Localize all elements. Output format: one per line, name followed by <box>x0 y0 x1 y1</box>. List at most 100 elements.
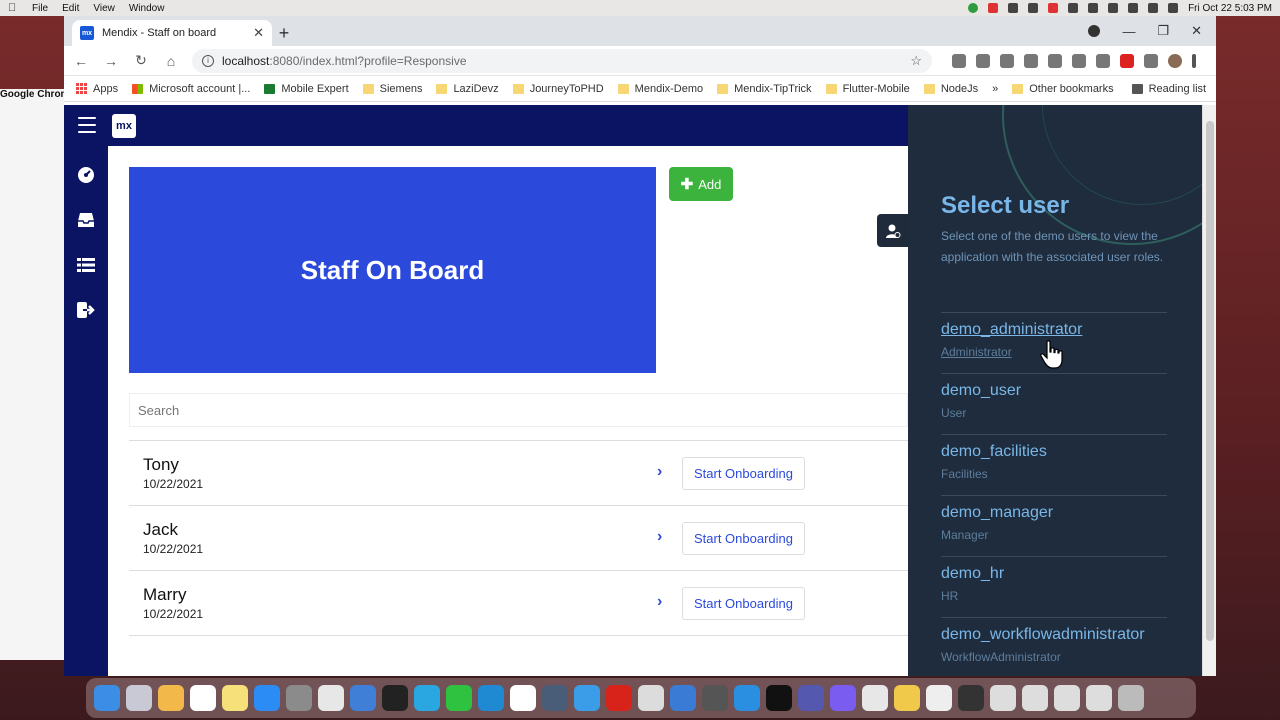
start-onboarding-button[interactable]: Start Onboarding <box>682 587 805 620</box>
reading-list[interactable]: Reading list <box>1131 83 1206 95</box>
skype-icon[interactable] <box>414 685 440 711</box>
trash-icon[interactable] <box>1118 685 1144 711</box>
menubar-view[interactable]: View <box>93 3 115 14</box>
chevron-right-icon[interactable]: › <box>657 593 662 611</box>
extension-icon[interactable] <box>1024 53 1038 68</box>
demo-user-name[interactable]: demo_manager <box>941 504 1167 522</box>
app-icon[interactable] <box>958 685 984 711</box>
bluetooth-icon[interactable] <box>1068 3 1079 13</box>
system-preferences-icon[interactable] <box>286 685 312 711</box>
demo-user-item[interactable]: demo_facilities Facilities <box>941 434 1167 495</box>
demo-user-name[interactable]: demo_administrator <box>941 321 1167 339</box>
reload-icon[interactable]: ↻ <box>132 52 150 69</box>
apple-icon[interactable]:  <box>8 2 20 14</box>
close-tab-icon[interactable]: ✕ <box>253 25 264 41</box>
new-tab-button[interactable]: + <box>272 20 296 46</box>
eyedropper-extension-icon[interactable] <box>1000 53 1014 68</box>
demo-user-item[interactable]: demo_manager Manager <box>941 495 1167 556</box>
extension-icon[interactable] <box>1072 53 1086 68</box>
terminal-icon[interactable] <box>382 685 408 711</box>
close-window-icon[interactable]: ✕ <box>1191 23 1202 39</box>
home-icon[interactable]: ⌂ <box>162 53 180 69</box>
demo-user-item[interactable]: demo_workflowadministrator WorkflowAdmin… <box>941 617 1167 676</box>
finder-icon[interactable] <box>94 685 120 711</box>
line-icon[interactable] <box>446 685 472 711</box>
photos-icon[interactable] <box>158 685 184 711</box>
document-icon[interactable] <box>926 685 952 711</box>
list-item[interactable]: Tony 10/22/2021 › Start Onboarding <box>129 441 908 506</box>
forward-icon[interactable]: → <box>102 53 120 69</box>
mendix-logo[interactable]: mx <box>112 114 136 138</box>
siri-icon[interactable] <box>1168 3 1179 13</box>
bookmark-mendix-tiptrick[interactable]: Mendix-TipTrick <box>717 83 812 95</box>
add-button[interactable]: ✚ Add <box>669 167 733 201</box>
puzzle-extensions-icon[interactable] <box>1144 53 1158 68</box>
back-icon[interactable]: ← <box>72 53 90 69</box>
bookmark-mendix-demo[interactable]: Mendix-Demo <box>617 83 703 95</box>
search-field[interactable] <box>129 393 908 427</box>
browser-tab[interactable]: mx Mendix - Staff on board ✕ <box>72 20 272 46</box>
list-item[interactable]: Marry 10/22/2021 › Start Onboarding <box>129 571 908 636</box>
user-switcher-icon[interactable] <box>877 214 908 247</box>
list-icon[interactable] <box>77 256 95 274</box>
scrollbar-thumb[interactable] <box>1206 121 1214 641</box>
logout-icon[interactable] <box>77 301 95 319</box>
acrobat-icon[interactable] <box>606 685 632 711</box>
demo-user-name[interactable]: demo_facilities <box>941 443 1167 461</box>
bookmarks-overflow[interactable]: » <box>992 83 998 95</box>
control-center-icon[interactable] <box>1148 3 1159 13</box>
bookmark-journeytophd[interactable]: JourneyToPHD <box>512 83 604 95</box>
notes-icon[interactable] <box>222 685 248 711</box>
minimize-icon[interactable]: — <box>1122 24 1135 39</box>
site-info-icon[interactable]: i <box>202 54 214 67</box>
bookmark-microsoft[interactable]: Microsoft account |... <box>132 83 250 95</box>
document-icon[interactable] <box>1022 685 1048 711</box>
calendar-icon[interactable] <box>190 685 216 711</box>
menubar-edit[interactable]: Edit <box>62 3 79 14</box>
extension-icon[interactable] <box>1048 53 1062 68</box>
start-onboarding-button[interactable]: Start Onboarding <box>682 522 805 555</box>
tab-search-icon[interactable] <box>1088 25 1101 37</box>
calculator-icon[interactable] <box>702 685 728 711</box>
app-icon[interactable] <box>542 685 568 711</box>
list-item[interactable]: Jack 10/22/2021 › Start Onboarding <box>129 506 908 571</box>
bookmark-star-icon[interactable]: ☆ <box>910 53 922 69</box>
app-icon[interactable] <box>670 685 696 711</box>
line-tray-icon[interactable] <box>968 3 979 13</box>
tray-icon[interactable] <box>1028 3 1039 13</box>
bookmark-flutter-mobile[interactable]: Flutter-Mobile <box>825 83 910 95</box>
slack-icon[interactable] <box>510 685 536 711</box>
chevron-right-icon[interactable]: › <box>657 528 662 546</box>
demo-user-name[interactable]: demo_workflowadministrator <box>941 626 1167 644</box>
search-input[interactable] <box>138 402 899 418</box>
document-icon[interactable] <box>1086 685 1112 711</box>
pause-tray-icon[interactable] <box>988 3 999 13</box>
windows-icon[interactable] <box>734 685 760 711</box>
kebab-menu-icon[interactable] <box>1192 53 1196 68</box>
tray-icon[interactable] <box>1048 3 1059 13</box>
bookmark-mobile-expert[interactable]: Mobile Expert <box>264 83 349 95</box>
extension-icon[interactable] <box>976 53 990 68</box>
folder-icon[interactable] <box>894 685 920 711</box>
profile-avatar[interactable] <box>1168 53 1182 68</box>
menubar-file[interactable]: File <box>32 3 48 14</box>
app-store-icon[interactable] <box>254 685 280 711</box>
bookmark-apps[interactable]: Apps <box>76 83 118 95</box>
bookmark-siemens[interactable]: Siemens <box>362 83 422 95</box>
inbox-icon[interactable] <box>77 211 95 229</box>
restore-icon[interactable]: ❐ <box>1157 23 1169 39</box>
camera-extension-icon[interactable] <box>952 53 966 68</box>
chrome-icon[interactable] <box>318 685 344 711</box>
teams-icon[interactable] <box>798 685 824 711</box>
wifi-icon[interactable] <box>1108 3 1119 13</box>
demo-user-name[interactable]: demo_hr <box>941 565 1167 583</box>
tray-icon[interactable] <box>1008 3 1019 13</box>
spotlight-icon[interactable] <box>1128 3 1139 13</box>
demo-user-item[interactable]: demo_user User <box>941 373 1167 434</box>
document-icon[interactable] <box>1054 685 1080 711</box>
mendix-studio-icon[interactable] <box>766 685 792 711</box>
vscode-icon[interactable] <box>478 685 504 711</box>
dashboard-icon[interactable] <box>77 166 95 184</box>
bookmark-nodejs[interactable]: NodeJs <box>923 83 978 95</box>
other-bookmarks[interactable]: Other bookmarks <box>1012 83 1114 95</box>
